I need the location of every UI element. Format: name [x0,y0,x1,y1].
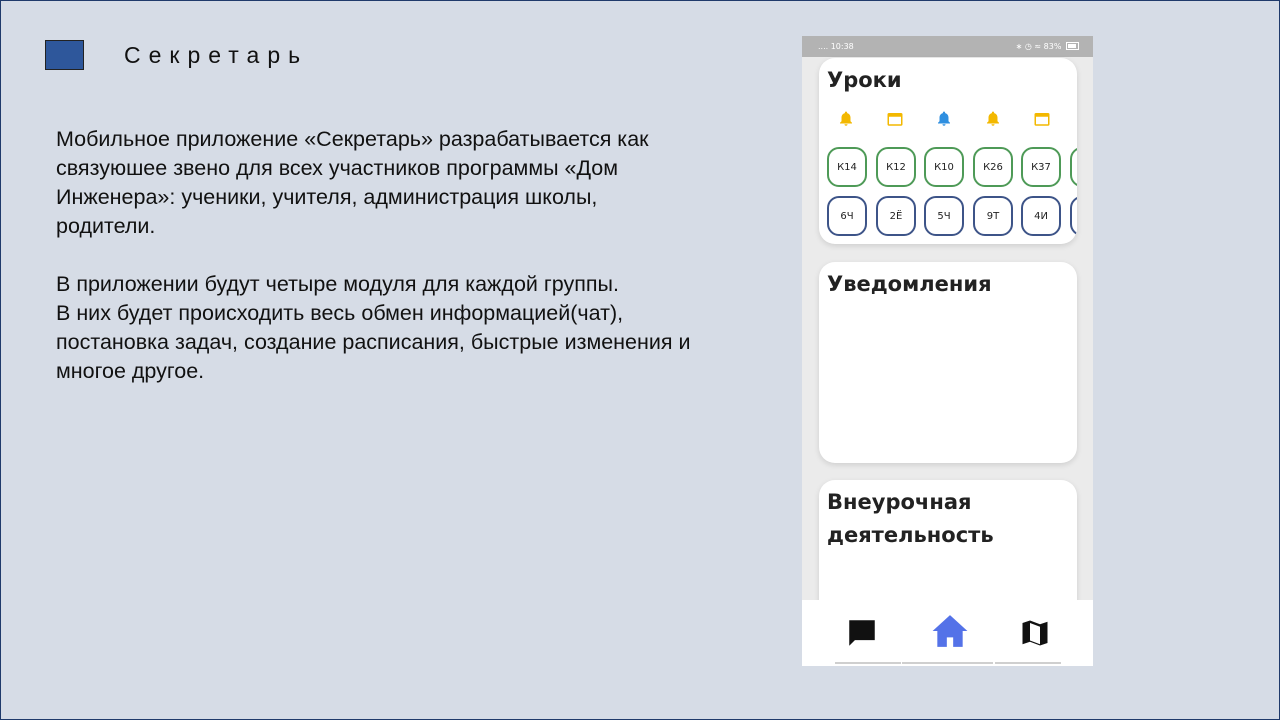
tab-underline [902,662,993,664]
class-chip[interactable]: 4И [1021,196,1061,236]
paragraph-modules: В приложении будут четыре модуля для каж… [56,272,619,296]
bluetooth-icon: ∗ [1015,42,1023,51]
room-chip[interactable]: К12 [876,147,916,187]
room-chip-row: К14 К12 К10 К26 К37 [827,147,1077,187]
room-chip[interactable]: К14 [827,147,867,187]
paragraph-intro: Мобильное приложение «Секретарь» разраба… [56,127,649,238]
class-chip[interactable] [1070,196,1077,236]
status-time: .... 10:38 [818,42,854,51]
wifi-icon: ≈ [1034,42,1042,51]
bell-icon[interactable] [935,110,953,128]
class-chip[interactable]: 9Т [973,196,1013,236]
calendar-icon[interactable] [886,110,904,128]
slide-body: Мобильное приложение «Секретарь» разраба… [56,125,696,386]
lessons-card[interactable]: Уроки К14 К12 К10 К26 К37 6Ч 2Ё 5Ч 9Т 4И [819,58,1077,244]
chat-icon[interactable] [845,616,879,650]
tab-underline [995,662,1061,664]
extracurricular-title-line2: деятельность [827,523,994,547]
home-icon[interactable] [929,612,971,650]
room-chip[interactable]: К26 [973,147,1013,187]
lessons-title: Уроки [827,68,902,92]
bell-icon[interactable] [984,110,1002,128]
room-chip[interactable]: К10 [924,147,964,187]
bottom-nav [802,600,1093,666]
notifications-title: Уведомления [827,272,992,296]
room-chip[interactable] [1070,147,1077,187]
extracurricular-title: Внеурочная деятельность [827,486,994,552]
extracurricular-card[interactable]: Внеурочная деятельность [819,480,1077,620]
class-chip[interactable]: 2Ё [876,196,916,236]
status-right: ∗ ◷ ≈ 83% [1016,42,1079,51]
notifications-card[interactable]: Уведомления [819,262,1077,463]
bell-icon[interactable] [837,110,855,128]
extracurricular-title-line1: Внеурочная [827,490,972,514]
phone-mockup: .... 10:38 ∗ ◷ ≈ 83% Уроки К14 К12 К10 К… [802,36,1093,666]
battery-icon [1066,42,1079,50]
room-chip[interactable]: К37 [1021,147,1061,187]
status-bar: .... 10:38 ∗ ◷ ≈ 83% [802,36,1093,57]
map-icon[interactable] [1020,618,1050,648]
slide-title: Секретарь [124,42,309,68]
alarm-icon: ◷ [1024,42,1032,51]
class-chip[interactable]: 6Ч [827,196,867,236]
signal-icon: .... [818,42,829,51]
clock-text: 10:38 [830,42,854,51]
title-marker [45,40,84,70]
tab-underline [835,662,901,664]
class-chip-row: 6Ч 2Ё 5Ч 9Т 4И [827,196,1077,236]
battery-percent: 83% [1043,42,1062,51]
calendar-icon[interactable] [1033,110,1051,128]
paragraph-features: В них будет происходить весь обмен инфор… [56,301,691,383]
lesson-icon-row [837,110,1077,130]
class-chip[interactable]: 5Ч [924,196,964,236]
